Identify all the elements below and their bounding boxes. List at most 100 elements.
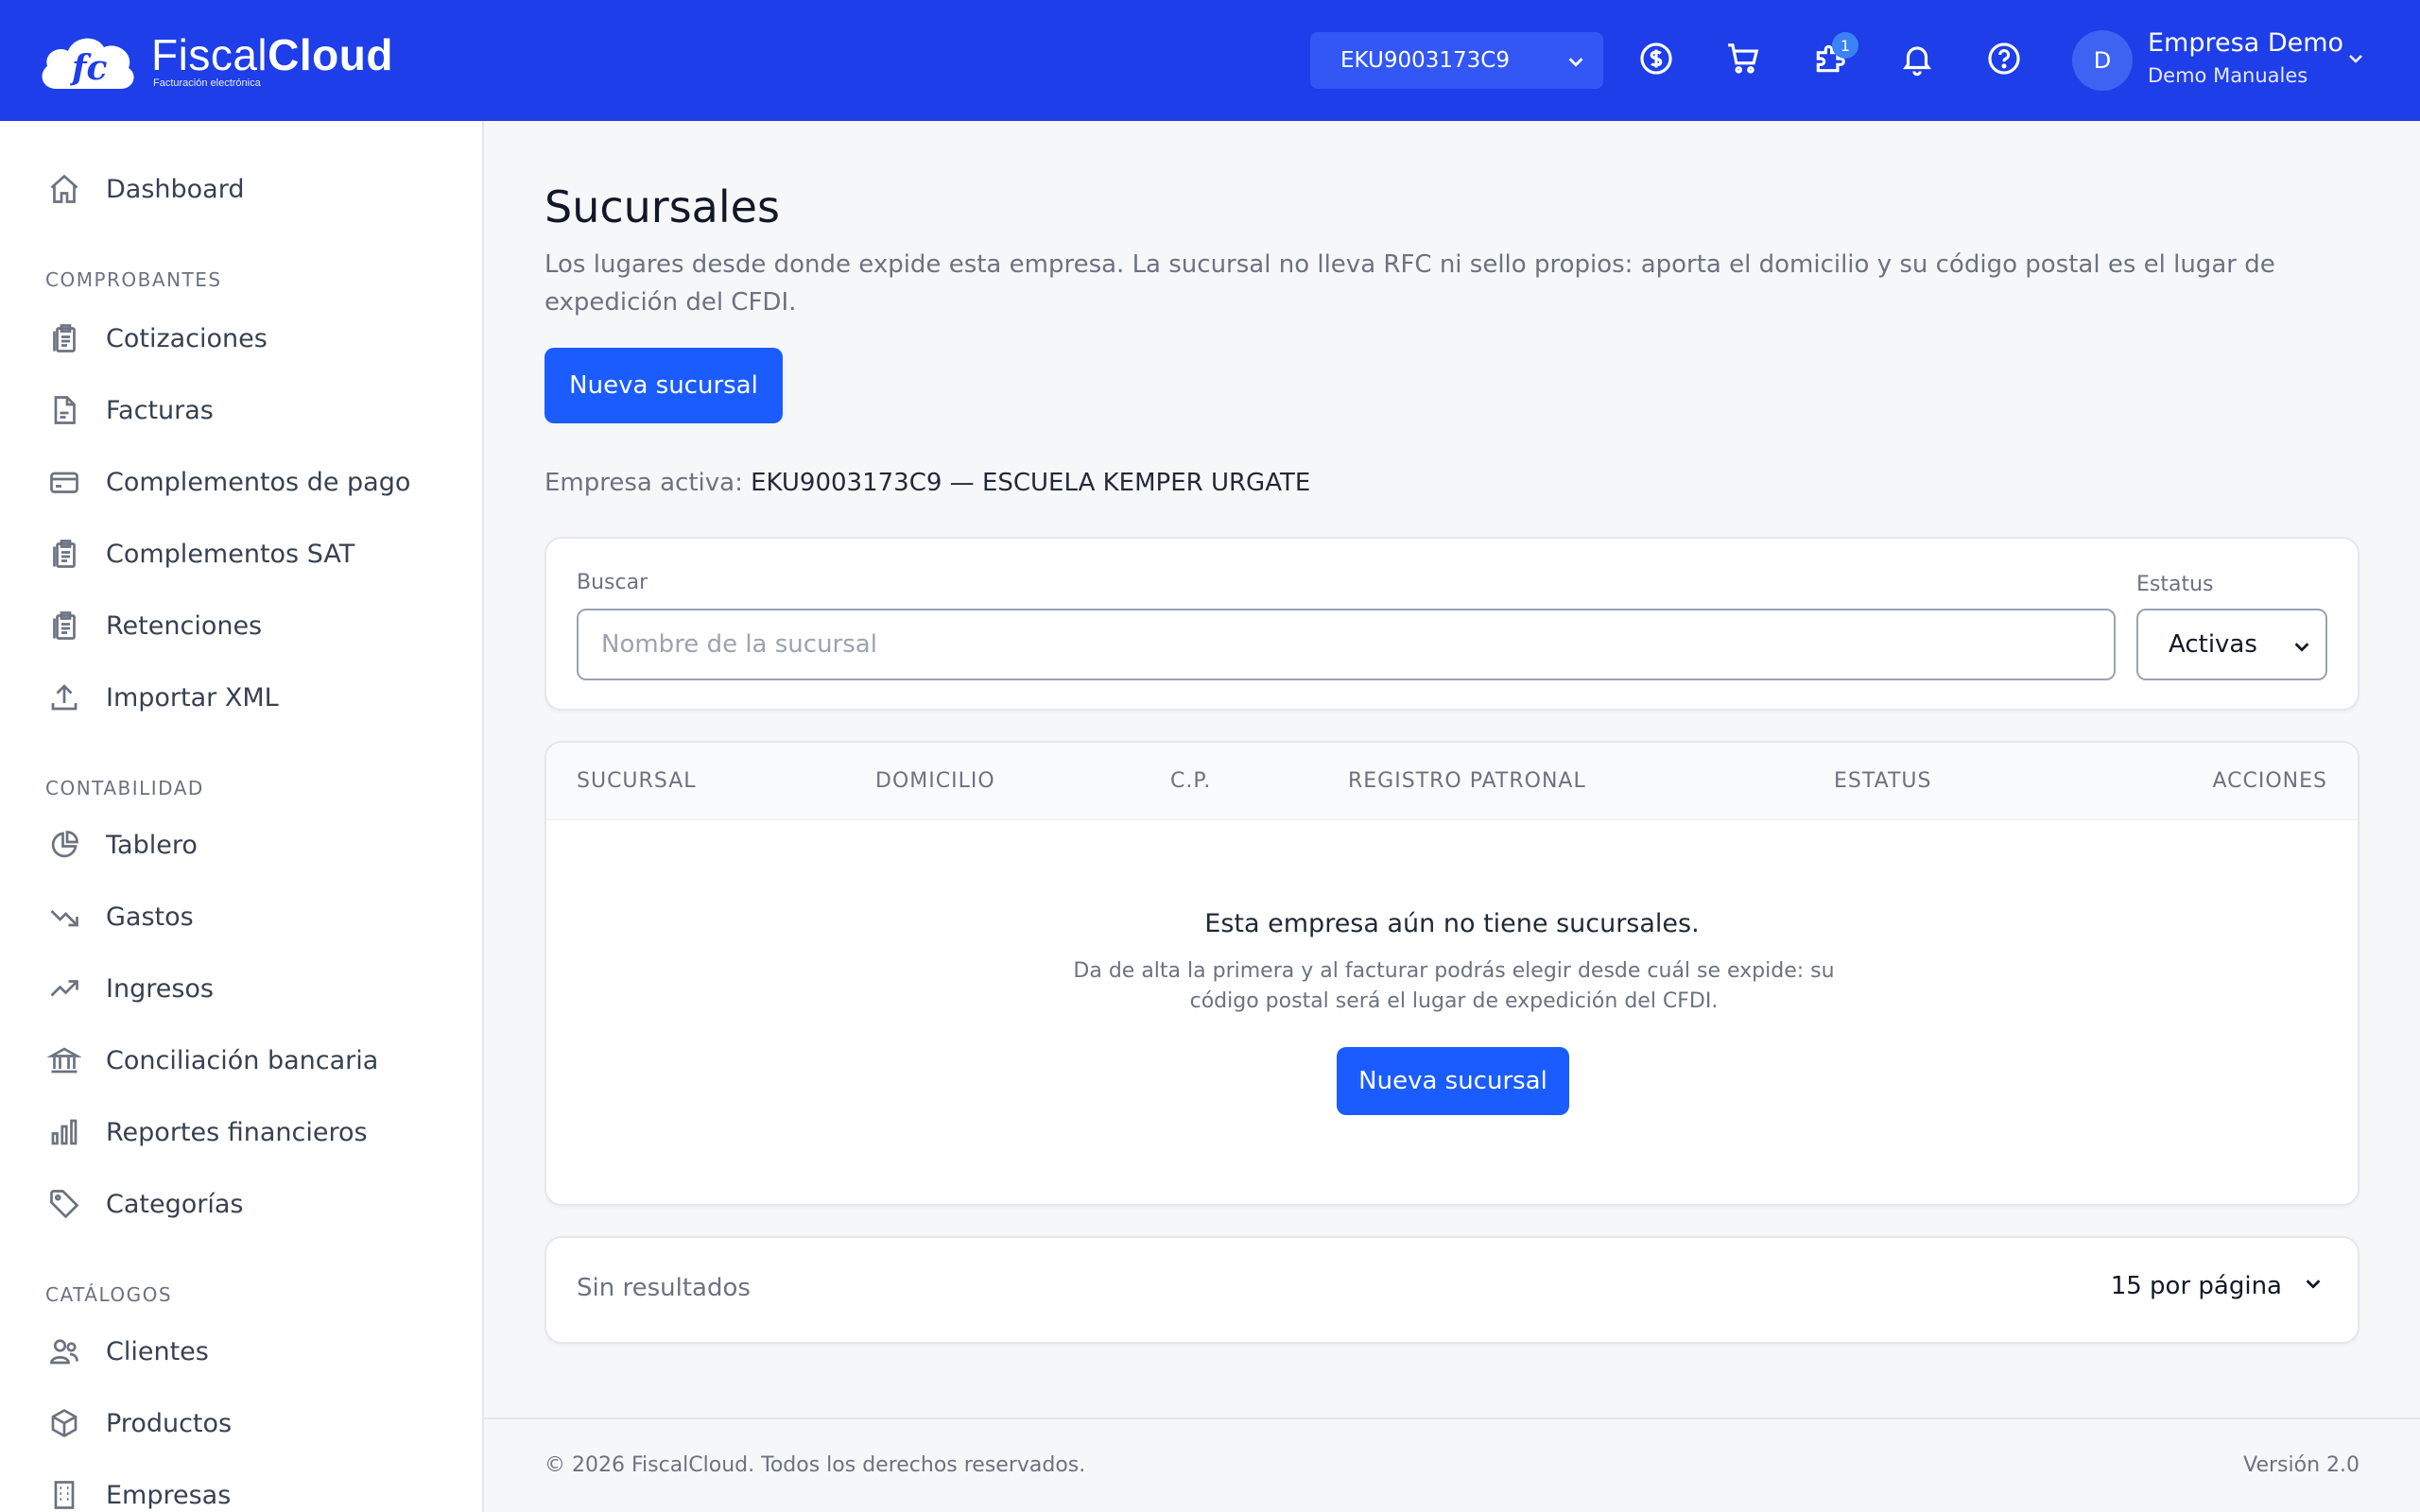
sidebar-item-dashboard[interactable]: Dashboard (45, 170, 244, 208)
column-header-sucursal[interactable]: SUCURSAL (577, 769, 697, 793)
sidebar-section-title: COMPROBANTES (45, 268, 222, 291)
sidebar-item-label: Retenciones (106, 610, 263, 641)
version-text: Versión 2.0 (2243, 1453, 2360, 1477)
column-header-registro-patronal[interactable]: REGISTRO PATRONAL (1348, 769, 1586, 793)
sidebar: Dashboard COMPROBANTES Cotizaciones Fact… (0, 121, 484, 1512)
column-header-estatus[interactable]: ESTATUS (1834, 769, 1931, 793)
filter-card: Buscar Estatus Activas (544, 537, 2360, 711)
sidebar-item-productos[interactable]: Productos (45, 1404, 232, 1442)
sidebar-item-label: Gastos (106, 902, 194, 932)
active-company: Empresa activa: EKU9003173C9 — ESCUELA K… (544, 469, 1310, 497)
svg-text:fc: fc (69, 48, 107, 88)
top-navbar: fc FiscalCloud Facturación electrónica E… (0, 0, 2420, 121)
footer: © 2026 FiscalCloud. Todos los derechos r… (484, 1418, 2420, 1512)
document-icon (45, 391, 83, 429)
sidebar-item-empresas[interactable]: Empresas (45, 1476, 231, 1512)
trending-down-icon (45, 898, 83, 936)
user-subtitle: Demo Manuales (2148, 64, 2308, 87)
cart-icon[interactable] (1724, 40, 1762, 77)
chevron-down-icon[interactable] (2344, 47, 2367, 74)
sidebar-item-label: Ingresos (106, 973, 214, 1004)
search-input[interactable] (577, 609, 2116, 680)
sidebar-item-retenciones[interactable]: Retenciones (45, 607, 262, 644)
sidebar-item-label: Complementos SAT (106, 539, 355, 569)
column-header-acciones: ACCIONES (2212, 769, 2327, 793)
table-header: SUCURSAL DOMICILIO C.P. REGISTRO PATRONA… (546, 743, 2358, 820)
sidebar-item-label: Complementos de pago (106, 467, 411, 497)
users-icon (45, 1332, 83, 1370)
page-description: Los lugares desde donde expide esta empr… (544, 250, 2275, 317)
search-label: Buscar (577, 571, 648, 594)
sidebar-item-complementos-pago[interactable]: Complementos de pago (45, 463, 410, 501)
sidebar-item-label: Importar XML (106, 682, 279, 713)
chevron-down-icon (2291, 635, 2312, 663)
sidebar-item-importar-xml[interactable]: Importar XML (45, 679, 279, 716)
sidebar-item-cotizaciones[interactable]: Cotizaciones (45, 319, 268, 357)
bank-icon (45, 1041, 83, 1079)
sidebar-section-title: CATÁLOGOS (45, 1283, 173, 1306)
sidebar-item-gastos[interactable]: Gastos (45, 898, 194, 936)
dollar-icon[interactable] (1637, 40, 1675, 77)
per-page-value: 15 por página (2110, 1272, 2282, 1300)
status-select-value: Activas (2169, 630, 2257, 659)
clipboard-icon (45, 319, 83, 357)
home-icon (45, 170, 83, 208)
sidebar-section-title: CONTABILIDAD (45, 777, 204, 799)
logo-subtitle: Facturación electrónica (153, 77, 261, 89)
logo-text-bold: Cloud (268, 30, 393, 79)
chevron-down-icon (1565, 51, 1586, 77)
fiscalcloud-logo[interactable]: fc FiscalCloud Facturación electrónica (36, 26, 393, 94)
user-name[interactable]: Empresa Demo (2148, 28, 2343, 58)
status-select[interactable]: Activas (2136, 609, 2327, 680)
sidebar-item-complementos-sat[interactable]: Complementos SAT (45, 535, 354, 573)
column-header-cp[interactable]: C.P. (1170, 769, 1211, 793)
sidebar-item-label: Facturas (106, 395, 214, 425)
per-page-select[interactable]: 15 por página (2111, 1272, 2324, 1300)
sidebar-item-ingresos[interactable]: Ingresos (45, 970, 214, 1007)
notification-badge: 1 (1832, 32, 1858, 59)
column-header-domicilio[interactable]: DOMICILIO (875, 769, 995, 793)
upload-icon (45, 679, 83, 716)
sidebar-item-categorias[interactable]: Categorías (45, 1185, 243, 1223)
active-company-label: Empresa activa: (544, 469, 743, 497)
sidebar-item-tablero[interactable]: Tablero (45, 826, 198, 864)
new-branch-button[interactable]: Nueva sucursal (544, 348, 783, 423)
tag-icon (45, 1185, 83, 1223)
sidebar-item-label: Cotizaciones (106, 323, 268, 353)
puzzle-icon[interactable]: 1 (1811, 32, 1858, 77)
pagination-bar: Sin resultados 15 por página (544, 1236, 2360, 1344)
empty-state-description: Da de alta la primera y al facturar podr… (1073, 959, 1835, 1013)
clipboard-icon (45, 535, 83, 573)
status-label: Estatus (2136, 573, 2214, 596)
page-title: Sucursales (544, 181, 780, 232)
empty-state-title: Esta empresa aún no tiene sucursales. (1204, 909, 1700, 938)
clipboard-icon (45, 607, 83, 644)
credit-card-icon (45, 463, 83, 501)
sidebar-item-label: Categorías (106, 1189, 244, 1219)
sidebar-item-clientes[interactable]: Clientes (45, 1332, 209, 1370)
sidebar-item-label: Tablero (106, 830, 198, 860)
sidebar-item-label: Productos (106, 1408, 233, 1438)
user-avatar[interactable]: D (2072, 30, 2133, 91)
new-branch-empty-button[interactable]: Nueva sucursal (1337, 1047, 1569, 1115)
building-icon (45, 1476, 83, 1512)
results-count: Sin resultados (577, 1274, 751, 1302)
sidebar-item-conciliacion[interactable]: Conciliación bancaria (45, 1041, 378, 1079)
rfc-company-select[interactable]: EKU9003173C9 (1310, 32, 1603, 89)
bar-chart-icon (45, 1113, 83, 1151)
box-icon (45, 1404, 83, 1442)
bell-icon[interactable] (1898, 40, 1936, 77)
copyright-text: © 2026 FiscalCloud. Todos los derechos r… (544, 1453, 1086, 1477)
trending-up-icon (45, 970, 83, 1007)
help-icon[interactable] (1985, 40, 2023, 77)
rfc-select-value: EKU9003173C9 (1340, 48, 1510, 73)
sidebar-item-label: Reportes financieros (106, 1117, 368, 1147)
sidebar-item-facturas[interactable]: Facturas (45, 391, 214, 429)
sidebar-item-label: Empresas (106, 1480, 232, 1510)
active-company-value: EKU9003173C9 — ESCUELA KEMPER URGATE (751, 469, 1311, 497)
sidebar-item-label: Clientes (106, 1336, 209, 1366)
sidebar-item-label: Conciliación bancaria (106, 1045, 379, 1075)
logo-text-light: Fiscal (151, 30, 268, 79)
sidebar-item-reportes[interactable]: Reportes financieros (45, 1113, 368, 1151)
pie-chart-icon (45, 826, 83, 864)
